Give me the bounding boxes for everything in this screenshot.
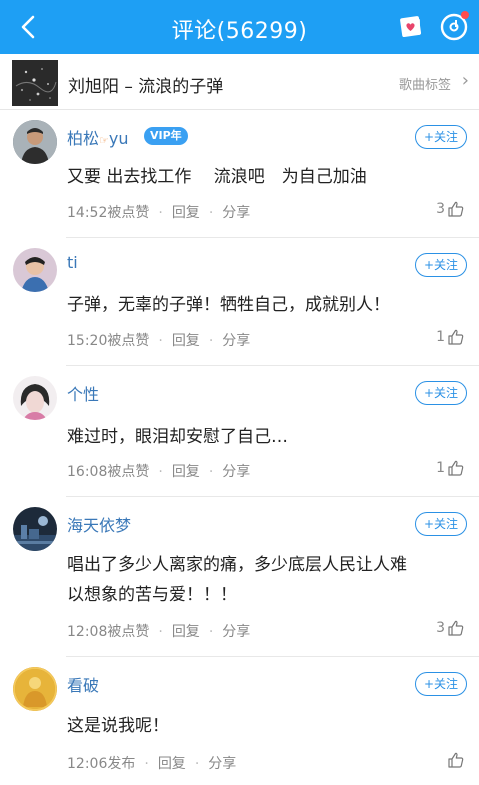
thumbs-up-icon (448, 329, 464, 345)
comment-time: 14:52被点赞 (67, 205, 150, 221)
comment-text-line: 以想象的苦与爱！！！ (67, 585, 237, 605)
comment-username[interactable]: ti (67, 253, 78, 272)
comment-username[interactable]: 柏松☞yu (67, 125, 129, 149)
comment-item: 柏松☞yu VIP年 +关注 又要 出去找工作 流浪吧 为自己加油 14:52被… (0, 110, 479, 238)
comment-item: 看破 +关注 这是说我呢！ 12:06发布 · 回复 · 分享 (0, 657, 479, 785)
like-button[interactable] (445, 751, 465, 769)
song-tag-link[interactable]: 歌曲标签 (399, 74, 451, 93)
share-button[interactable]: 分享 (222, 330, 250, 350)
comment-username[interactable]: 海天依梦 (67, 512, 131, 536)
chevron-right-icon: › (461, 70, 469, 91)
like-button[interactable]: 3 (436, 200, 465, 218)
like-button[interactable]: 3 (436, 619, 465, 637)
comment-item: 海天依梦 +关注 唱出了多少人离家的痛，多少底层人民让人难 以想象的苦与爱！！！… (0, 497, 479, 657)
user-avatar[interactable] (13, 120, 57, 164)
share-button[interactable]: 分享 (208, 753, 236, 773)
share-button[interactable]: 分享 (222, 202, 250, 222)
album-cover (12, 60, 58, 106)
comment-time: 12:08被点赞 (67, 624, 150, 640)
like-count: 3 (436, 201, 445, 217)
thumbs-up-icon (448, 460, 464, 476)
comment-meta: 12:06发布 · 回复 · 分享 (67, 753, 236, 773)
top-bar: 评论(56299) (0, 0, 479, 54)
follow-button[interactable]: +关注 (415, 253, 467, 277)
comment-username[interactable]: 个性 (67, 381, 99, 405)
user-avatar[interactable] (13, 507, 57, 551)
comment-meta: 14:52被点赞 · 回复 · 分享 (67, 202, 250, 222)
thumbs-up-icon (448, 201, 464, 217)
heart-card-icon (400, 16, 422, 38)
comment-text: 子弹，无辜的子弹！牺牲自己，成就别人！ (67, 295, 390, 315)
comment-text-line: 唱出了多少人离家的痛，多少底层人民让人难 (67, 555, 407, 575)
comment-item: ti +关注 子弹，无辜的子弹！牺牲自己，成就别人！ 15:20被点赞 · 回复 · 分… (0, 238, 479, 366)
follow-button[interactable]: +关注 (415, 125, 467, 149)
comment-username[interactable]: 看破 (67, 672, 99, 696)
like-count: 1 (436, 460, 445, 476)
favorite-button[interactable] (396, 11, 426, 41)
follow-button[interactable]: +关注 (415, 512, 467, 536)
comment-meta: 12:08被点赞 · 回复 · 分享 (67, 621, 250, 641)
follow-button[interactable]: +关注 (415, 381, 467, 405)
user-avatar[interactable] (13, 667, 57, 711)
comment-text: 唱出了多少人离家的痛，多少底层人民让人难 以想象的苦与爱！！！ (67, 550, 462, 610)
share-button[interactable]: 分享 (222, 461, 250, 481)
user-avatar[interactable] (13, 248, 57, 292)
comment-text: 又要 出去找工作 流浪吧 为自己加油 (67, 167, 367, 187)
comment-item: 个性 +关注 难过时，眼泪却安慰了自己… 16:08被点赞 · 回复 · 分享 1 (0, 366, 479, 497)
user-avatar[interactable] (13, 376, 57, 420)
comment-meta: 16:08被点赞 · 回复 · 分享 (67, 461, 250, 481)
thumbs-up-icon (448, 620, 464, 636)
comment-time: 12:06发布 (67, 756, 136, 772)
like-button[interactable]: 1 (436, 459, 465, 477)
like-count: 1 (436, 329, 445, 345)
music-disc-icon (440, 11, 469, 41)
now-playing-button[interactable] (439, 10, 471, 42)
like-count: 3 (436, 620, 445, 636)
comment-text: 这是说我呢！ (67, 716, 169, 736)
share-button[interactable]: 分享 (222, 621, 250, 641)
comment-text: 难过时，眼泪却安慰了自己… (67, 427, 288, 447)
reply-button[interactable]: 回复 (172, 461, 200, 481)
reply-button[interactable]: 回复 (158, 753, 186, 773)
song-title: 刘旭阳 – 流浪的子弹 (68, 77, 224, 97)
follow-button[interactable]: +关注 (415, 672, 467, 696)
like-button[interactable]: 1 (436, 328, 465, 346)
reply-button[interactable]: 回复 (172, 621, 200, 641)
vip-badge: VIP年 (144, 127, 188, 145)
song-info-bar[interactable]: 刘旭阳 – 流浪的子弹 歌曲标签 › (0, 54, 479, 110)
thumbs-up-icon (448, 752, 464, 768)
comment-time: 15:20被点赞 (67, 333, 150, 349)
reply-button[interactable]: 回复 (172, 330, 200, 350)
comment-time: 16:08被点赞 (67, 464, 150, 480)
reply-button[interactable]: 回复 (172, 202, 200, 222)
comment-meta: 15:20被点赞 · 回复 · 分享 (67, 330, 250, 350)
